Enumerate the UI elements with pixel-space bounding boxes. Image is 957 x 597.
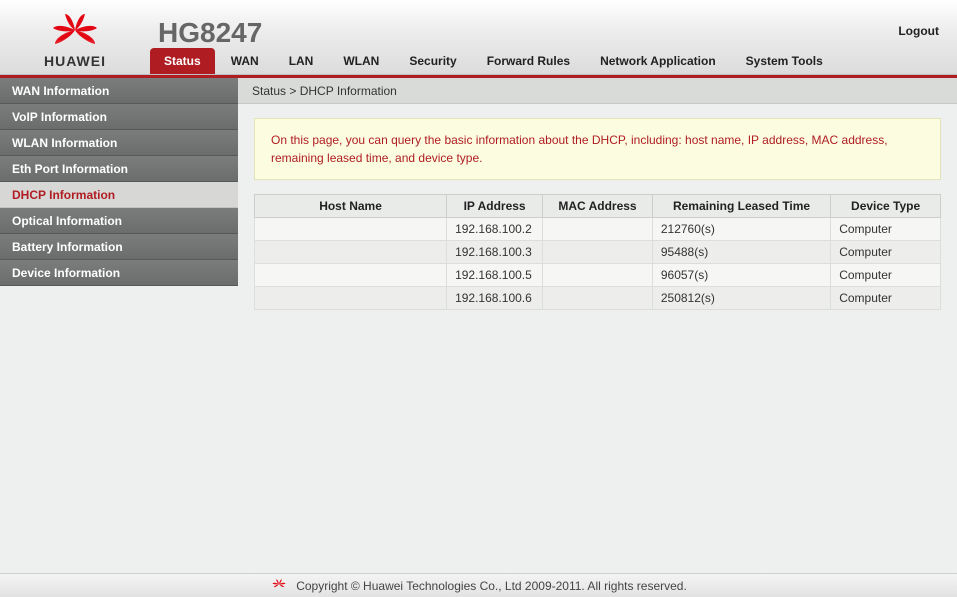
table-header-cell: Remaining Leased Time xyxy=(652,195,830,218)
table-cell-host xyxy=(255,287,447,310)
table-row: 192.168.100.2 212760(s)Computer xyxy=(255,218,941,241)
dhcp-table: Host NameIP AddressMAC AddressRemaining … xyxy=(254,194,941,310)
sidebar-item-battery-information[interactable]: Battery Information xyxy=(0,234,238,260)
sidebar: WAN InformationVoIP InformationWLAN Info… xyxy=(0,78,238,573)
sidebar-item-dhcp-information[interactable]: DHCP Information xyxy=(0,182,238,208)
table-header-cell: IP Address xyxy=(447,195,543,218)
model-title: HG8247 xyxy=(158,17,262,49)
table-cell-leased: 96057(s) xyxy=(652,264,830,287)
table-row: 192.168.100.6 250812(s)Computer xyxy=(255,287,941,310)
table-cell-type: Computer xyxy=(831,218,941,241)
nav-tab-wlan[interactable]: WLAN xyxy=(329,48,393,74)
brand-text: HUAWEI xyxy=(44,53,106,69)
table-cell-ip: 192.168.100.2 xyxy=(447,218,543,241)
sidebar-item-voip-information[interactable]: VoIP Information xyxy=(0,104,238,130)
nav-tab-forward-rules[interactable]: Forward Rules xyxy=(473,48,584,74)
table-row: 192.168.100.3 95488(s)Computer xyxy=(255,241,941,264)
sidebar-item-eth-port-information[interactable]: Eth Port Information xyxy=(0,156,238,182)
body-wrap: WAN InformationVoIP InformationWLAN Info… xyxy=(0,78,957,573)
sidebar-item-device-information[interactable]: Device Information xyxy=(0,260,238,286)
table-cell-leased: 250812(s) xyxy=(652,287,830,310)
sidebar-item-wan-information[interactable]: WAN Information xyxy=(0,78,238,104)
table-cell-mac xyxy=(543,241,653,264)
table-cell-ip: 192.168.100.6 xyxy=(447,287,543,310)
footer-text: Copyright © Huawei Technologies Co., Ltd… xyxy=(296,579,687,593)
content-area: On this page, you can query the basic in… xyxy=(238,104,957,324)
table-cell-leased: 212760(s) xyxy=(652,218,830,241)
table-header-cell: Device Type xyxy=(831,195,941,218)
footer: Copyright © Huawei Technologies Co., Ltd… xyxy=(0,573,957,597)
sidebar-item-optical-information[interactable]: Optical Information xyxy=(0,208,238,234)
table-cell-type: Computer xyxy=(831,241,941,264)
nav-tab-system-tools[interactable]: System Tools xyxy=(732,48,837,74)
huawei-logo-small-icon xyxy=(270,577,288,594)
nav-tab-wan[interactable]: WAN xyxy=(217,48,273,74)
top-nav: StatusWANLANWLANSecurityForward RulesNet… xyxy=(150,48,839,74)
table-body: 192.168.100.2212760(s)Computer192.168.10… xyxy=(255,218,941,310)
table-cell-mac xyxy=(543,287,653,310)
header-bar: HUAWEI HG8247 Logout StatusWANLANWLANSec… xyxy=(0,0,957,75)
logout-link[interactable]: Logout xyxy=(898,24,939,38)
table-cell-host xyxy=(255,241,447,264)
table-cell-ip: 192.168.100.5 xyxy=(447,264,543,287)
table-header-cell: Host Name xyxy=(255,195,447,218)
nav-tab-lan[interactable]: LAN xyxy=(275,48,328,74)
notice-box: On this page, you can query the basic in… xyxy=(254,118,941,180)
table-cell-type: Computer xyxy=(831,264,941,287)
table-header-row: Host NameIP AddressMAC AddressRemaining … xyxy=(255,195,941,218)
huawei-logo-icon xyxy=(45,12,105,51)
table-cell-ip: 192.168.100.3 xyxy=(447,241,543,264)
table-cell-type: Computer xyxy=(831,287,941,310)
table-cell-host xyxy=(255,218,447,241)
nav-tab-status[interactable]: Status xyxy=(150,48,215,74)
logo-block: HUAWEI xyxy=(0,6,150,69)
table-cell-mac xyxy=(543,218,653,241)
table-cell-mac xyxy=(543,264,653,287)
nav-tab-security[interactable]: Security xyxy=(395,48,470,74)
main-area: Status > DHCP Information On this page, … xyxy=(238,78,957,573)
table-cell-host xyxy=(255,264,447,287)
table-row: 192.168.100.5 96057(s)Computer xyxy=(255,264,941,287)
table-cell-leased: 95488(s) xyxy=(652,241,830,264)
table-header-cell: MAC Address xyxy=(543,195,653,218)
breadcrumb: Status > DHCP Information xyxy=(238,78,957,104)
nav-tab-network-application[interactable]: Network Application xyxy=(586,48,730,74)
sidebar-item-wlan-information[interactable]: WLAN Information xyxy=(0,130,238,156)
